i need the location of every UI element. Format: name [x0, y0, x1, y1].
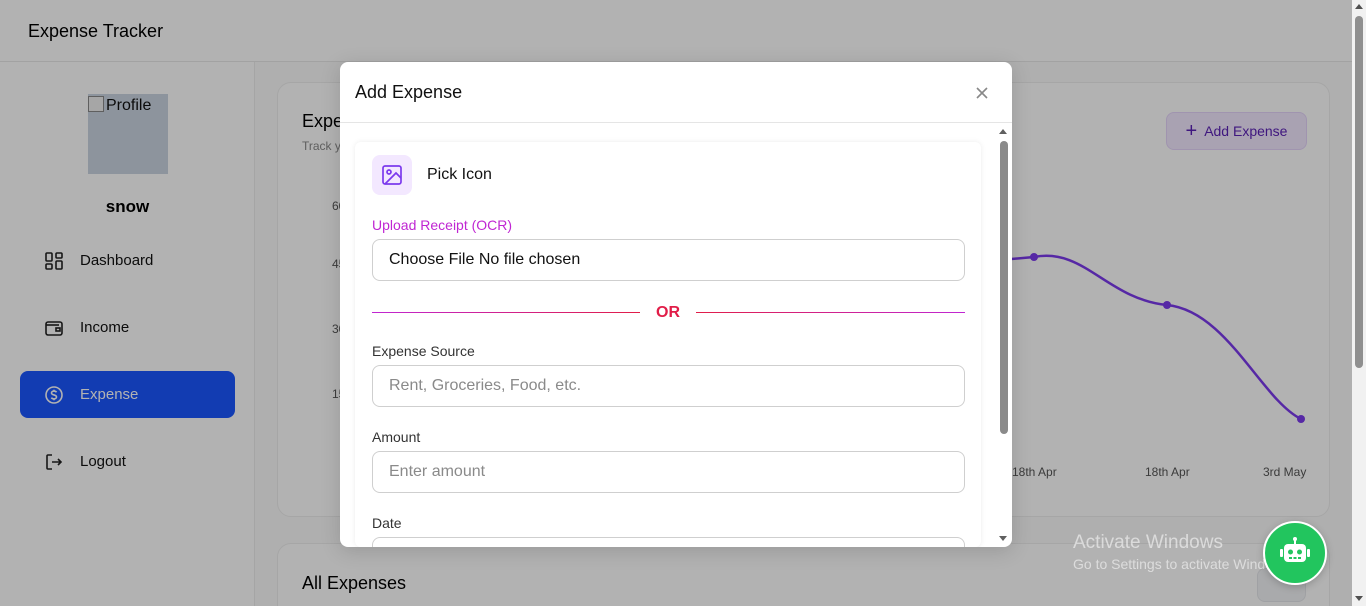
date-label: Date: [372, 515, 402, 531]
image-icon: [382, 165, 402, 185]
modal-scrollbar-thumb[interactable]: [1000, 141, 1008, 434]
chatbot-button[interactable]: [1263, 521, 1327, 585]
expense-source-label: Expense Source: [372, 343, 475, 359]
robot-icon: [1280, 537, 1310, 562]
scroll-down-icon[interactable]: [1355, 596, 1363, 601]
upload-receipt-label: Upload Receipt (OCR): [372, 217, 513, 233]
divider-left: [372, 312, 640, 313]
scrollbar-thumb[interactable]: [1355, 16, 1363, 368]
modal-header: Add Expense: [340, 62, 1012, 123]
close-button[interactable]: [970, 81, 994, 105]
scroll-up-icon[interactable]: [1355, 4, 1363, 9]
scroll-down-icon[interactable]: [999, 536, 1007, 541]
or-divider-text: OR: [656, 304, 680, 321]
amount-label: Amount: [372, 429, 421, 445]
receipt-file-input[interactable]: Choose File No file chosen: [372, 239, 965, 281]
modal-scrollbar[interactable]: [998, 124, 1012, 547]
add-expense-modal: Add Expense Pick Icon Upload Receipt (OC…: [340, 62, 1012, 547]
close-icon: [976, 87, 988, 99]
expense-source-input[interactable]: Rent, Groceries, Food, etc.: [372, 365, 965, 407]
page-scrollbar[interactable]: [1352, 0, 1366, 606]
modal-title: Add Expense: [355, 82, 463, 102]
scroll-up-icon[interactable]: [999, 129, 1007, 134]
windows-watermark-subtitle: Go to Settings to activate Windows.: [1073, 556, 1294, 572]
divider-right: [696, 312, 965, 313]
date-input[interactable]: [372, 537, 965, 547]
pick-icon-button[interactable]: [372, 155, 412, 195]
windows-watermark-title: Activate Windows: [1073, 532, 1223, 553]
pick-icon-label[interactable]: Pick Icon: [427, 166, 492, 184]
amount-input[interactable]: Enter amount: [372, 451, 965, 493]
